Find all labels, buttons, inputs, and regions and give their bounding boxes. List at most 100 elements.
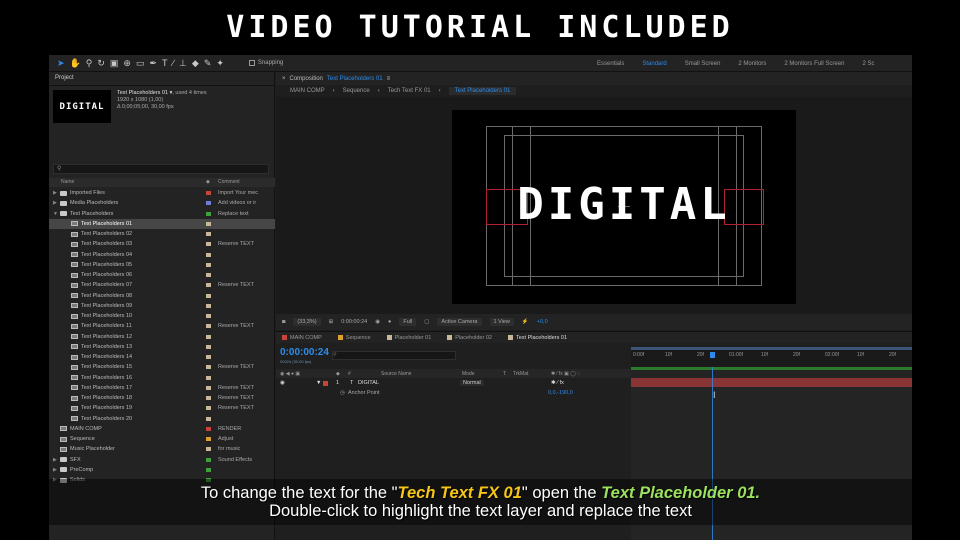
- label-color-swatch[interactable]: [206, 447, 211, 452]
- project-item[interactable]: ▶ Imported Files Import Your mec: [49, 188, 275, 198]
- layer-switches[interactable]: ✱ ⁄ fx: [551, 380, 564, 386]
- layer-row-digital[interactable]: ◉ ▼ 1 T DIGITAL Normal ✱ ⁄ fx: [276, 378, 631, 388]
- hand-tool-icon[interactable]: ✋: [70, 58, 81, 68]
- comp-info-name[interactable]: Text Placeholders 01 ▾: [117, 90, 172, 96]
- label-color-swatch[interactable]: [206, 242, 211, 247]
- expand-arrow-icon[interactable]: ▼: [53, 209, 58, 219]
- timeline-tab[interactable]: MAIN COMP: [282, 335, 322, 341]
- digital-text-layer[interactable]: DIGITAL: [482, 179, 766, 230]
- label-color-swatch[interactable]: [206, 385, 211, 390]
- timeline-tab[interactable]: Text Placeholders 01: [507, 335, 567, 341]
- label-color-swatch[interactable]: [206, 355, 211, 359]
- name-column-header[interactable]: Name: [61, 179, 74, 185]
- camera-dropdown[interactable]: Active Camera: [437, 318, 482, 326]
- expand-arrow-icon[interactable]: ▶: [53, 465, 57, 475]
- puppet-tool-icon[interactable]: ✦: [216, 58, 224, 68]
- project-item[interactable]: ▶ SFX Sound Effects: [49, 455, 275, 465]
- project-item[interactable]: Text Placeholders 12: [49, 332, 275, 342]
- project-item[interactable]: Text Placeholders 14: [49, 352, 275, 362]
- label-column-icon[interactable]: ◆: [206, 179, 210, 185]
- workspace-standard[interactable]: Standard: [642, 61, 666, 67]
- region-of-interest-icon[interactable]: ▢: [424, 319, 429, 325]
- project-item[interactable]: Music Placeholder for music: [49, 444, 275, 454]
- comment-column-header[interactable]: Comment: [218, 179, 240, 185]
- timeline-tab[interactable]: Placeholder 02: [447, 335, 492, 341]
- label-color-swatch[interactable]: [206, 252, 211, 257]
- project-item[interactable]: Text Placeholders 04: [49, 250, 275, 260]
- label-color-swatch[interactable]: [206, 324, 211, 329]
- expand-arrow-icon[interactable]: ▶: [53, 188, 57, 198]
- label-color-swatch[interactable]: [206, 396, 211, 400]
- pan-behind-tool-icon[interactable]: ⊕: [123, 58, 131, 68]
- project-item[interactable]: Text Placeholders 09: [49, 301, 275, 311]
- expand-arrow-icon[interactable]: ▶: [53, 198, 57, 208]
- rectangle-tool-icon[interactable]: ▭: [136, 58, 145, 68]
- breadcrumb-item[interactable]: MAIN COMP: [290, 88, 325, 94]
- timeline-tab[interactable]: Placeholder 01: [386, 335, 431, 341]
- project-item[interactable]: Text Placeholders 19 Reserve TEXT: [49, 403, 275, 413]
- work-area-bar[interactable]: [631, 347, 912, 350]
- project-item[interactable]: Text Placeholders 08: [49, 291, 275, 301]
- label-color-swatch[interactable]: [206, 211, 211, 216]
- project-item[interactable]: Text Placeholders 18 Reserve TEXT: [49, 393, 275, 403]
- fast-preview-icon[interactable]: ⚡: [522, 319, 529, 325]
- clone-stamp-tool-icon[interactable]: ⊥: [179, 58, 187, 68]
- type-tool-icon[interactable]: T: [162, 58, 168, 68]
- roto-brush-tool-icon[interactable]: ✎: [204, 58, 212, 68]
- viewer-time[interactable]: 0:00:00:24: [341, 319, 367, 325]
- label-color-swatch[interactable]: [206, 467, 211, 472]
- project-item[interactable]: Text Placeholders 11 Reserve TEXT: [49, 321, 275, 331]
- project-item[interactable]: ▶ Media Placeholders Add videos or ir: [49, 198, 275, 208]
- timeline-tab[interactable]: Sequence: [337, 335, 371, 341]
- workspace-2-monitors[interactable]: 2 Monitors: [738, 61, 766, 67]
- project-search-input[interactable]: ⚲: [53, 164, 269, 174]
- label-color-swatch[interactable]: [206, 365, 211, 370]
- property-value[interactable]: 0,0,-190,0: [548, 390, 573, 396]
- expand-arrow-icon[interactable]: ▶: [53, 455, 57, 465]
- snapping-checkbox[interactable]: [248, 60, 255, 66]
- selection-tool-icon[interactable]: ➤: [57, 58, 65, 68]
- label-color-swatch[interactable]: [206, 334, 211, 339]
- camera-tool-icon[interactable]: ▣: [110, 58, 119, 68]
- color-channel-icon[interactable]: ●: [388, 319, 391, 325]
- playhead-handle[interactable]: [710, 352, 715, 358]
- project-item[interactable]: Text Placeholders 16: [49, 373, 275, 383]
- stopwatch-icon[interactable]: ◷: [340, 390, 345, 396]
- layer-mode-dropdown[interactable]: Normal: [460, 380, 484, 386]
- project-item[interactable]: Text Placeholders 02: [49, 229, 275, 239]
- close-icon[interactable]: ×: [282, 76, 286, 82]
- label-color-swatch[interactable]: [206, 314, 211, 318]
- snapshot-icon[interactable]: ◉: [375, 319, 380, 325]
- magnification-dropdown[interactable]: (33,3%): [293, 318, 321, 326]
- source-name-header[interactable]: Source Name: [381, 371, 412, 377]
- trkmat-header[interactable]: TrkMat: [513, 371, 528, 377]
- workspace-2-sc[interactable]: 2 Sc: [862, 61, 874, 67]
- project-item[interactable]: Text Placeholders 15 Reserve TEXT: [49, 362, 275, 372]
- time-ruler[interactable]: 0:00f 10f 20f 01:00f 10f 20f 02:00f 10f 20f: [631, 347, 912, 367]
- label-color-swatch[interactable]: [206, 375, 211, 380]
- label-color-swatch[interactable]: [206, 293, 211, 298]
- workspace-2-monitors-full-screen[interactable]: 2 Monitors Full Screen: [784, 61, 844, 67]
- label-color-swatch[interactable]: [206, 273, 211, 277]
- project-item[interactable]: Text Placeholders 13: [49, 342, 275, 352]
- zoom-tool-icon[interactable]: ⚲: [86, 58, 93, 68]
- layer-duration-bar[interactable]: [631, 378, 912, 387]
- visibility-icon[interactable]: ◉: [280, 380, 285, 386]
- project-item[interactable]: Text Placeholders 17 Reserve TEXT: [49, 383, 275, 393]
- breadcrumb-item[interactable]: Tech Text FX 01: [388, 88, 431, 94]
- label-color-swatch[interactable]: [206, 416, 211, 421]
- always-preview-icon[interactable]: ◙: [282, 319, 285, 325]
- project-item[interactable]: Sequence Adjust: [49, 434, 275, 444]
- project-item[interactable]: Text Placeholders 03 Reserve TEXT: [49, 239, 275, 249]
- label-color-swatch[interactable]: [206, 191, 211, 195]
- label-color-swatch[interactable]: [206, 344, 211, 349]
- views-dropdown[interactable]: 1 View: [489, 318, 514, 326]
- project-item[interactable]: Text Placeholders 01: [49, 218, 275, 229]
- eraser-tool-icon[interactable]: ◆: [192, 58, 199, 68]
- breadcrumb-item[interactable]: Text Placeholders 01: [448, 87, 517, 95]
- label-color-swatch[interactable]: [206, 201, 211, 206]
- layer-label-color[interactable]: [323, 380, 328, 386]
- breadcrumb-item[interactable]: Sequence: [343, 88, 370, 94]
- exposure-value[interactable]: +0,0: [537, 319, 548, 325]
- project-item[interactable]: MAIN COMP RENDER: [49, 424, 275, 434]
